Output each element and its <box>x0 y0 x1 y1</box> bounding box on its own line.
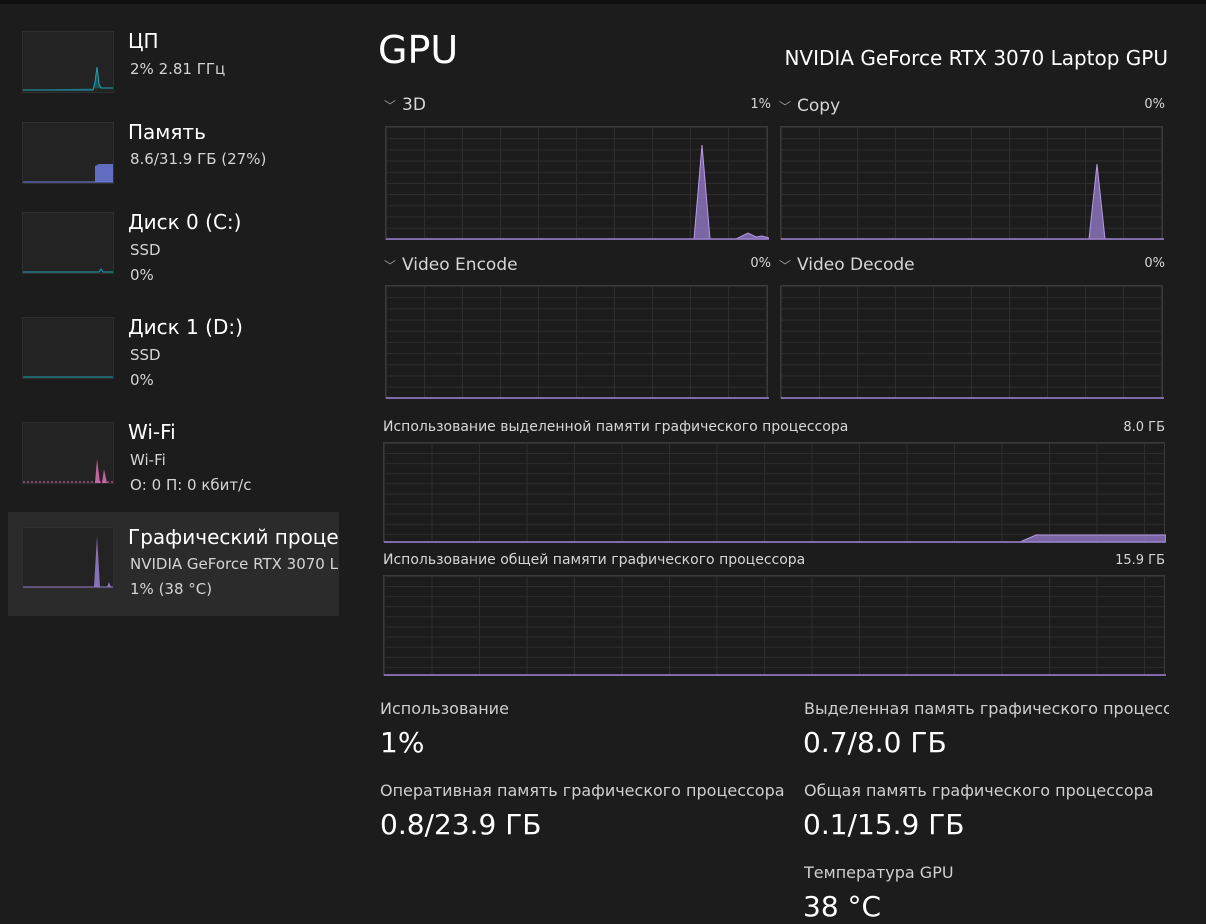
sidebar-item-usage: 1% (38 °C) <box>130 580 213 598</box>
gpu-ram-label: Оперативная память графического процессо… <box>380 781 785 800</box>
sidebar-item-detail: 8.6/31.9 ГБ (27%) <box>130 150 267 168</box>
sidebar-item-detail: SSD <box>130 346 161 364</box>
sidebar-item-detail: NVIDIA GeForce RTX 3070 Laptop GPU <box>130 555 339 573</box>
page-title: GPU <box>378 28 459 72</box>
sidebar-item-disk-1[interactable]: Диск 1 (D:) SSD 0% <box>8 308 339 412</box>
dedicated-memory-graph-label: Использование выделенной памяти графичес… <box>383 419 849 435</box>
engine-value: 0% <box>1144 256 1165 271</box>
shared-memory-graph <box>383 575 1166 676</box>
engine-value: 1% <box>750 97 771 112</box>
gpu-temperature-label: Температура GPU <box>804 863 954 882</box>
gpu-model-name: NVIDIA GeForce RTX 3070 Laptop GPU <box>784 46 1168 70</box>
engine-selector-video-encode[interactable]: ﹀ Video Encode <box>384 255 518 275</box>
engine-graph-copy <box>780 126 1164 240</box>
sidebar-item-cpu[interactable]: ЦП 2% 2.81 ГГц <box>8 23 339 127</box>
dedicated-memory-graph <box>383 442 1166 543</box>
dedicated-memory-graph-max: 8.0 ГБ <box>1123 420 1165 435</box>
gpu-ram-value: 0.8/23.9 ГБ <box>380 808 542 841</box>
chevron-down-icon: ﹀ <box>384 259 397 273</box>
engine-selector-copy[interactable]: ﹀ Copy <box>779 96 840 116</box>
chevron-down-icon: ﹀ <box>779 100 792 114</box>
engine-label: Video Encode <box>402 255 518 275</box>
engine-graph-3d <box>385 126 769 240</box>
sidebar-item-detail: Wi-Fi <box>130 451 166 469</box>
shared-memory-label: Общая память графического процессора <box>804 781 1154 800</box>
dedicated-memory-value: 0.7/8.0 ГБ <box>803 726 947 759</box>
sidebar-item-title: Wi-Fi <box>128 420 176 444</box>
cpu-thumbnail-graph <box>22 31 114 93</box>
engine-label: Video Decode <box>797 255 915 275</box>
sidebar-item-title: Диск 0 (C:) <box>128 210 242 234</box>
chevron-down-icon: ﹀ <box>779 259 792 273</box>
dedicated-memory-label: Выделенная память графического процессор… <box>804 699 1169 718</box>
sidebar-item-detail: 2% 2.81 ГГц <box>130 60 226 78</box>
engine-value: 0% <box>1144 97 1165 112</box>
engine-graph-video-encode <box>385 285 769 399</box>
sidebar-item-usage: 0% <box>130 266 154 284</box>
sidebar-item-title: Диск 1 (D:) <box>128 315 243 339</box>
usage-label: Использование <box>380 699 509 718</box>
sidebar-item-detail: SSD <box>130 241 161 259</box>
performance-sidebar: ЦП 2% 2.81 ГГц Память 8.6/31.9 ГБ (27%) … <box>0 0 340 924</box>
sidebar-item-memory[interactable]: Память 8.6/31.9 ГБ (27%) <box>8 113 339 217</box>
chevron-down-icon: ﹀ <box>384 99 397 113</box>
disk1-thumbnail-graph <box>22 317 114 379</box>
usage-value: 1% <box>380 726 425 759</box>
sidebar-item-title: Графический процессор 0 <box>128 525 339 549</box>
disk0-thumbnail-graph <box>22 212 114 274</box>
sidebar-item-disk-0[interactable]: Диск 0 (C:) SSD 0% <box>8 203 339 307</box>
engine-label: 3D <box>402 95 426 115</box>
engine-value: 0% <box>750 256 771 271</box>
engine-selector-3d[interactable]: ﹀ 3D <box>384 95 426 115</box>
shared-memory-graph-max: 15.9 ГБ <box>1115 553 1165 568</box>
gpu-temperature-value: 38 °C <box>803 890 882 923</box>
wifi-thumbnail-graph <box>22 422 114 484</box>
shared-memory-graph-label: Использование общей памяти графического … <box>383 552 806 568</box>
sidebar-item-gpu-0[interactable]: Графический процессор 0 NVIDIA GeForce R… <box>8 512 339 616</box>
sidebar-item-throughput: О: 0 П: 0 кбит/с <box>130 476 252 494</box>
engine-graph-video-decode <box>780 285 1164 399</box>
sidebar-item-usage: 0% <box>130 371 154 389</box>
sidebar-item-title: ЦП <box>128 29 159 53</box>
gpu-thumbnail-graph <box>22 527 114 589</box>
memory-thumbnail-graph <box>22 122 114 184</box>
sidebar-item-wifi[interactable]: Wi-Fi Wi-Fi О: 0 П: 0 кбит/с <box>8 413 339 517</box>
sidebar-item-title: Память <box>128 120 206 144</box>
engine-selector-video-decode[interactable]: ﹀ Video Decode <box>779 255 915 275</box>
shared-memory-value: 0.1/15.9 ГБ <box>803 808 965 841</box>
engine-label: Copy <box>797 96 841 116</box>
